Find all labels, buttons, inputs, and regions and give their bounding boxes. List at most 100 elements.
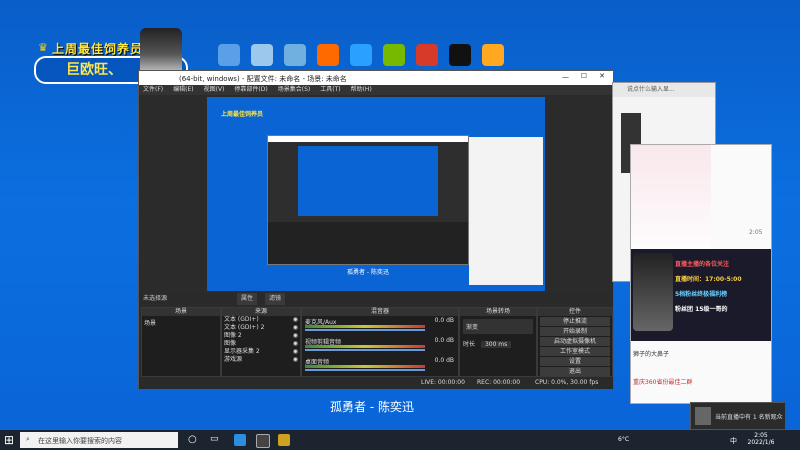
- widgets-icon[interactable]: ▭: [210, 434, 222, 446]
- mixer-track: 视频剪辑音频 0.0 dB: [302, 336, 458, 356]
- control-button[interactable]: 开始录制: [540, 327, 610, 336]
- promo-line: 直播主播的各位关注: [675, 261, 730, 268]
- mixer-track: 桌面音频 0.0 dB: [302, 356, 458, 376]
- chat-header: 说点什么输入显...: [613, 83, 715, 97]
- cpu-status: CPU: 0.0%, 30.00 fps: [535, 379, 599, 386]
- taskbar-app-3-icon[interactable]: [278, 434, 290, 446]
- promo-line: 5档粉丝终极福利榜: [675, 291, 728, 298]
- no-source-label: 未选择源: [143, 295, 168, 302]
- crown-icon: ♛: [38, 41, 48, 54]
- qq-icon: [449, 44, 471, 66]
- scenes-header: 场景: [142, 308, 220, 316]
- live-chat-panel: 直播主播的各位关注直播时间：17:00-5:00 5档粉丝终极福利榜 粉丝团 15级…: [630, 144, 772, 404]
- track-db: 0.0 dB: [434, 317, 454, 324]
- menu-item[interactable]: 场景集合(S): [278, 85, 311, 95]
- visibility-eye-icon[interactable]: ◉: [293, 340, 298, 348]
- nvidia-icon: [383, 44, 405, 66]
- network-icon: [284, 44, 306, 66]
- mixer-header: 混音器: [302, 308, 458, 316]
- volume-slider[interactable]: [305, 329, 425, 331]
- preview-caption: 孤勇者 - 陈奕迅: [347, 269, 389, 276]
- filters-button[interactable]: 滤镜: [265, 293, 286, 305]
- track-db: 0.0 dB: [434, 337, 454, 344]
- notification-text: 当前直播中有 1 名新观众: [715, 414, 783, 421]
- menu-item[interactable]: 编辑(E): [173, 85, 193, 95]
- properties-button[interactable]: 属性: [237, 293, 258, 305]
- task-view-icon[interactable]: ○: [188, 434, 200, 446]
- menu-item[interactable]: 视图(V): [204, 85, 225, 95]
- visibility-eye-icon[interactable]: ◉: [293, 324, 298, 332]
- menu-item[interactable]: 帮助(H): [351, 85, 372, 95]
- sources-dock: 来源 文本 (GDI+) ◉ 文本 (GDI+) 2 ◉ 图像 2 ◉ 图像 ◉ 显示器采集 2…: [221, 307, 301, 377]
- menu-bar: 文件(F) 编辑(E) 视图(V) 停靠部件(D) 场景集合(S) 工具(T) 帮助(H): [139, 85, 617, 95]
- source-label: 游戏源: [224, 356, 243, 363]
- tools-icon: [317, 44, 339, 66]
- transitions-header: 场景转场: [460, 308, 536, 316]
- control-button[interactable]: 退出: [540, 367, 610, 376]
- visibility-eye-icon[interactable]: ◉: [293, 348, 298, 356]
- preview-chat: [469, 137, 543, 285]
- ime-indicator[interactable]: 中: [730, 436, 737, 446]
- source-item[interactable]: 游戏源 ◉: [222, 356, 300, 364]
- shield-icon: [482, 44, 504, 66]
- clock[interactable]: 2:05 2022/1/6: [746, 432, 776, 446]
- live-status: LIVE: 00:00:00: [421, 379, 465, 386]
- banner-title: 上周最佳饲养员: [52, 42, 144, 56]
- close-icon[interactable]: ✕: [599, 72, 605, 80]
- menu-item[interactable]: 工具(T): [320, 85, 340, 95]
- weather-temp[interactable]: 6°C: [618, 436, 629, 443]
- source-label: 文本 (GDI+): [224, 316, 259, 323]
- transition-select[interactable]: 渐变: [463, 319, 533, 334]
- song-caption: 孤勇者 - 陈奕迅: [330, 400, 414, 414]
- control-button[interactable]: 工作室模式: [540, 347, 610, 356]
- mixer-track: 麦克风/Aux 0.0 dB: [302, 316, 458, 336]
- source-item[interactable]: 图像 2 ◉: [222, 332, 300, 340]
- scene-item[interactable]: 场景: [142, 316, 220, 329]
- volume-meter: [305, 325, 425, 328]
- source-item[interactable]: 文本 (GDI+) 2 ◉: [222, 324, 300, 332]
- status-bar: LIVE: 00:00:00 REC: 00:00:00 CPU: 0.0%, …: [139, 377, 613, 389]
- visibility-eye-icon[interactable]: ◉: [293, 332, 298, 340]
- source-item[interactable]: 文本 (GDI+) ◉: [222, 316, 300, 324]
- taskbar-app-1-icon[interactable]: [234, 434, 246, 446]
- obs-taskbar-icon[interactable]: [256, 434, 270, 448]
- visibility-eye-icon[interactable]: ◉: [293, 356, 298, 364]
- source-label: 文本 (GDI+) 2: [224, 324, 265, 331]
- menu-item[interactable]: 文件(F): [143, 85, 163, 95]
- visibility-eye-icon[interactable]: ◉: [293, 316, 298, 324]
- chat-msg-2: 重庆360省份最佳二群: [633, 379, 693, 386]
- control-button[interactable]: 设置: [540, 357, 610, 366]
- promo-line: 直播时间：17:00-5:00: [675, 276, 742, 283]
- source-item[interactable]: 显示器采集 2 ◉: [222, 348, 300, 356]
- chat-time: 2:05: [749, 229, 763, 236]
- minimize-icon[interactable]: —: [562, 73, 569, 81]
- installer-icon: [350, 44, 372, 66]
- maximize-icon[interactable]: ☐: [581, 72, 587, 80]
- game-icon: [416, 44, 438, 66]
- notification-toast[interactable]: 当前直播中有 1 名新观众: [690, 402, 786, 430]
- menu-item[interactable]: 停靠部件(D): [234, 85, 267, 95]
- volume-meter: [305, 345, 425, 348]
- clock-date: 2022/1/6: [747, 439, 775, 446]
- scenes-dock: 场景 场景: [141, 307, 221, 377]
- promo-panel: 直播主播的各位关注直播时间：17:00-5:00 5档粉丝终极福利榜 粉丝团 15级…: [631, 249, 771, 341]
- duration-label: 时长: [463, 341, 476, 348]
- volume-slider[interactable]: [305, 349, 425, 351]
- recycle-bin-icon: [251, 44, 273, 66]
- volume-slider[interactable]: [305, 369, 425, 371]
- taskbar-search-input[interactable]: ⌕ 在这里输入你要搜索的内容: [20, 432, 178, 448]
- control-button[interactable]: 停止推流: [540, 317, 610, 326]
- preview-canvas[interactable]: 上周最佳饲养员 孤勇者 - 陈奕迅: [207, 97, 545, 291]
- source-item[interactable]: 图像 ◉: [222, 340, 300, 348]
- windows-start-icon[interactable]: ⊞: [4, 433, 14, 447]
- preview-banner: 上周最佳饲养员: [221, 111, 264, 118]
- control-button[interactable]: 启动虚拟摄像机: [540, 337, 610, 346]
- sources-header: 来源: [222, 308, 300, 316]
- source-toolbar: 未选择源 属性 滤镜: [139, 293, 613, 305]
- promo-line: 粉丝团 15级一哥的: [675, 306, 728, 313]
- window-title: (64-bit, windows) - 配置文件: 未命名 - 场景: 未命名: [179, 75, 347, 83]
- transitions-dock: 场景转场 渐变 时长 300 ms: [459, 307, 537, 377]
- obs-window: (64-bit, windows) - 配置文件: 未命名 - 场景: 未命名 …: [138, 70, 617, 390]
- duration-input[interactable]: 300 ms: [480, 341, 512, 348]
- chat-msg-1: 狮子的大鼻子: [633, 351, 670, 358]
